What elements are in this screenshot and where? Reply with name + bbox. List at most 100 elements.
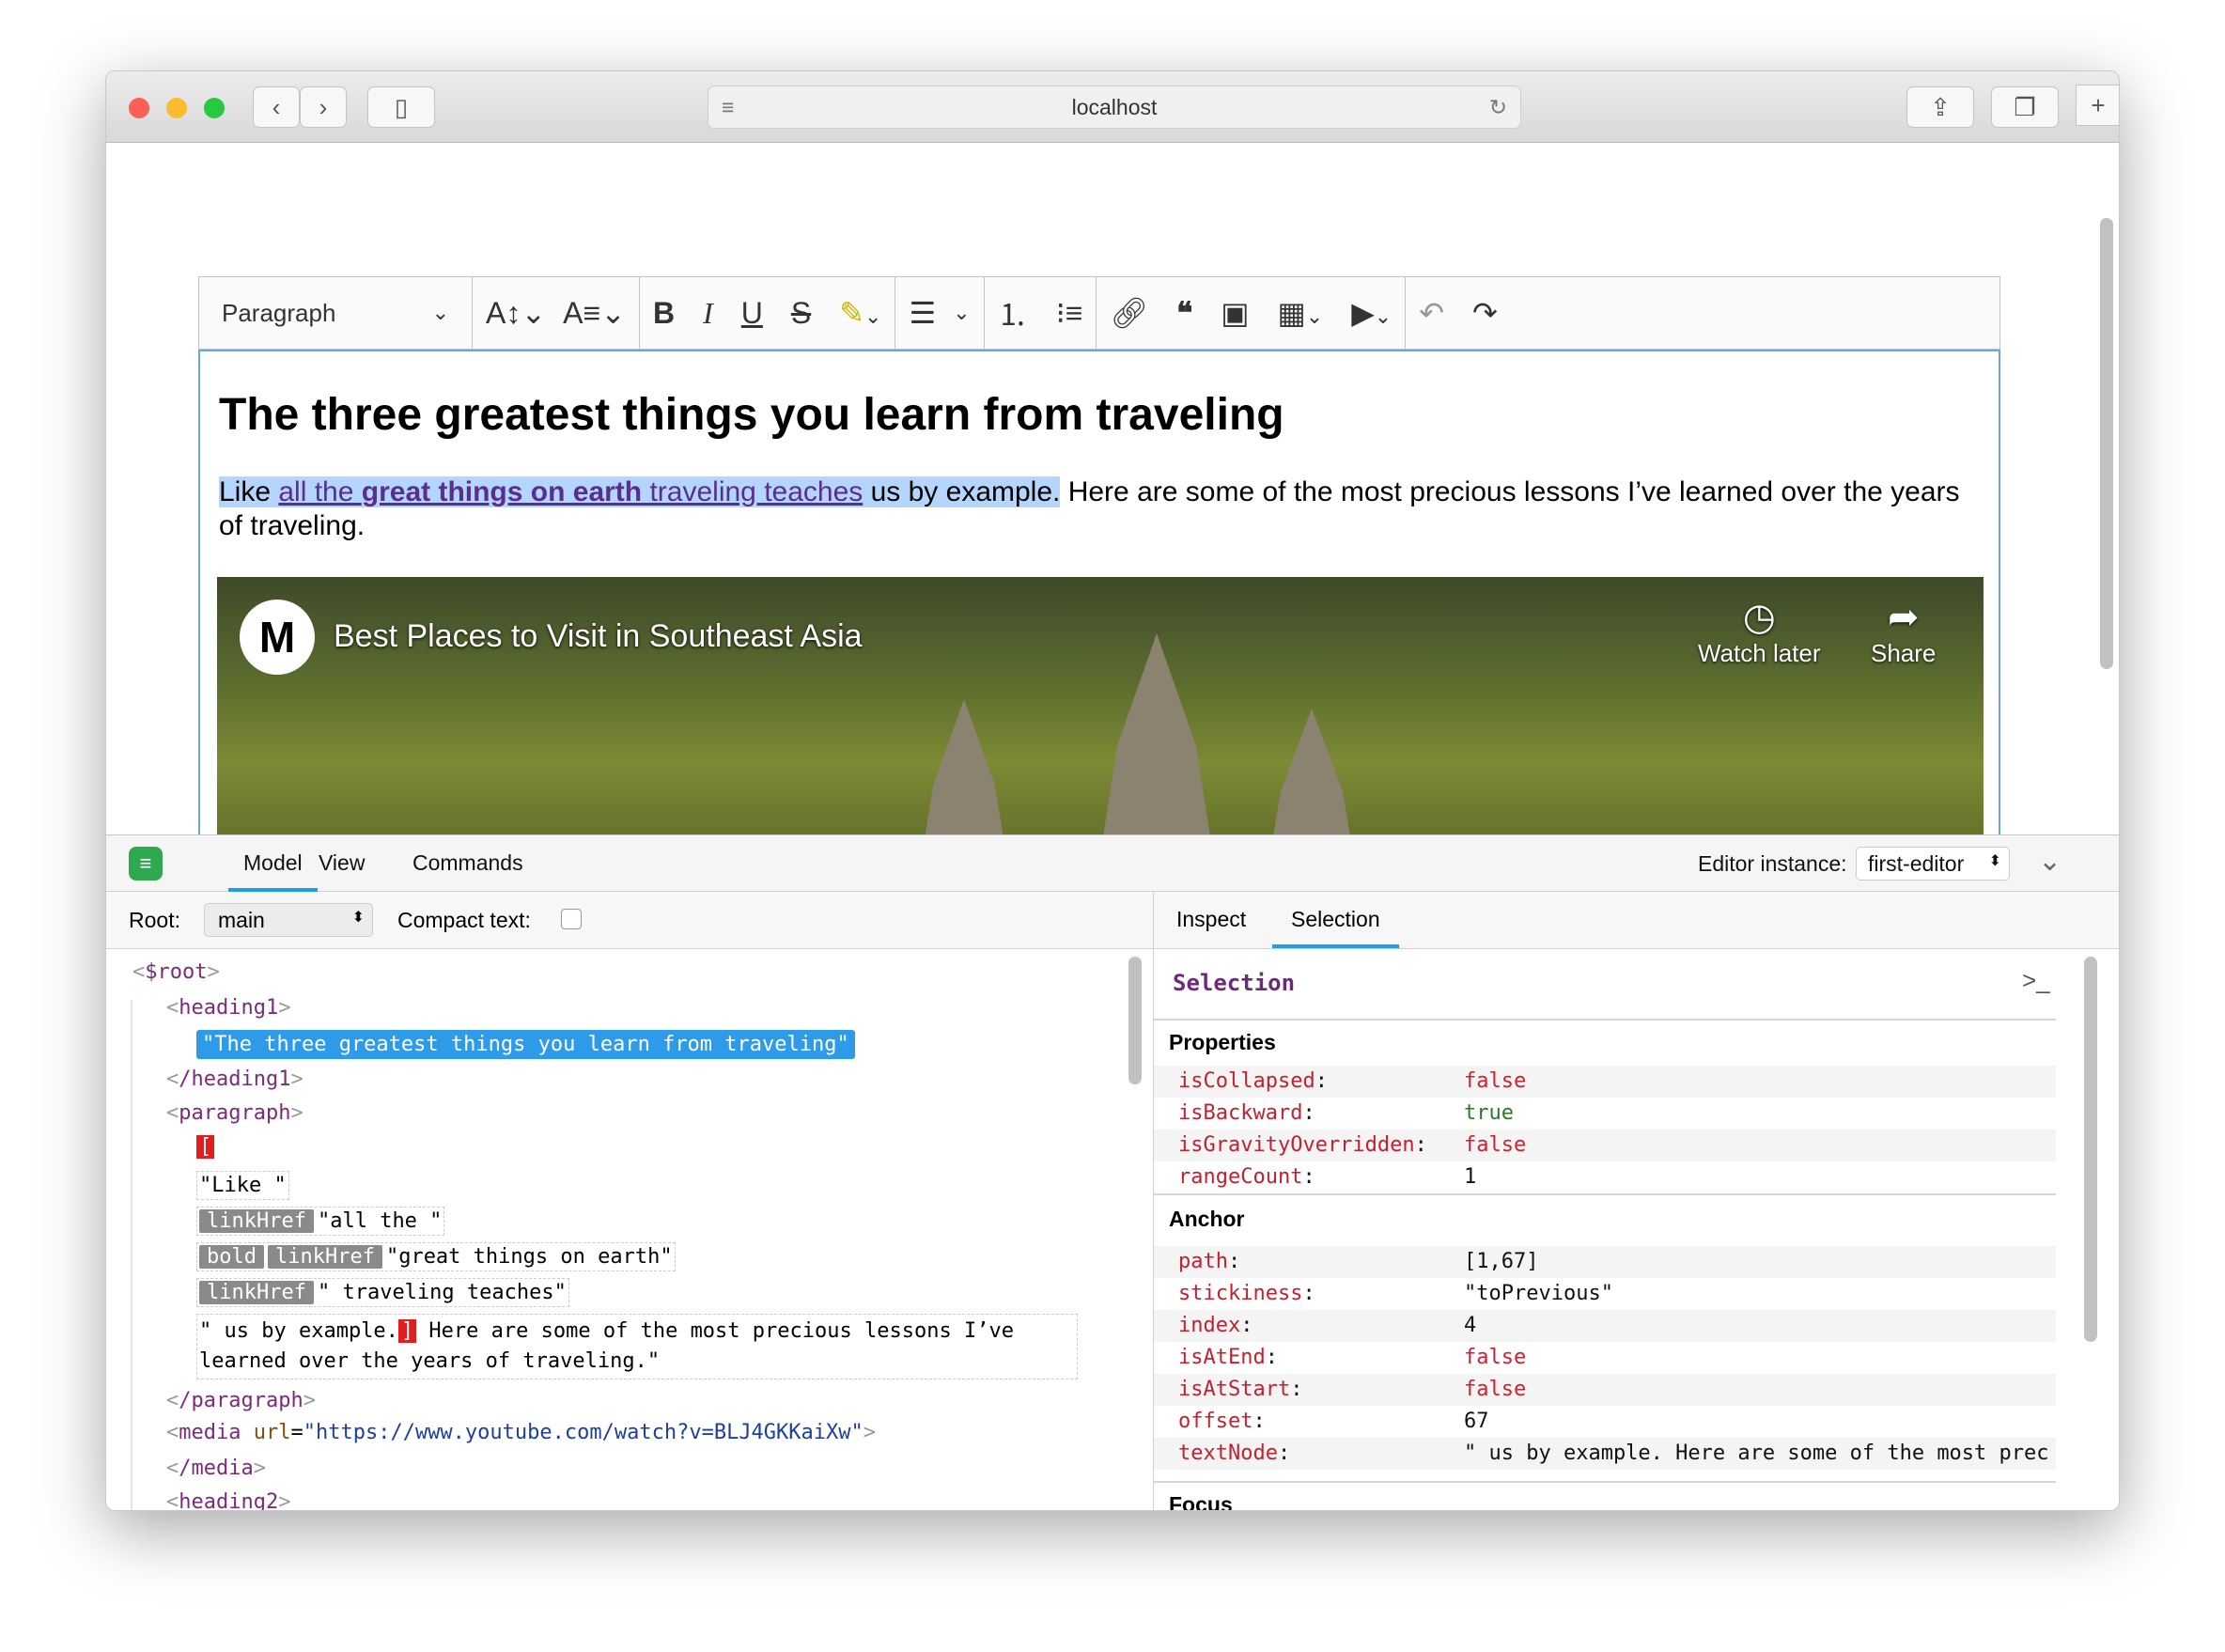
tree-heading1-close[interactable]: </heading1> <box>166 1068 303 1091</box>
property-value: true <box>1464 1101 1514 1125</box>
property-key: isGravityOverridden: <box>1178 1133 1427 1157</box>
highlight-icon[interactable]: ✎⌄ <box>839 295 881 331</box>
back-button[interactable]: ‹ <box>253 86 300 128</box>
share-label: Share <box>1871 639 1937 667</box>
tree-text[interactable]: bold linkHref "great things on earth" <box>196 1242 676 1271</box>
compact-text-checkbox[interactable] <box>561 909 582 929</box>
selection-title: Selection <box>1173 970 1296 996</box>
style-group: B I U S ✎⌄ <box>640 277 895 349</box>
link[interactable]: traveling teaches <box>642 476 863 507</box>
underline-icon[interactable]: U <box>741 296 763 331</box>
tab-label: Selection <box>1291 907 1380 931</box>
font-family-icon[interactable]: A≡⌄ <box>563 295 626 331</box>
redo-icon[interactable]: ↷ <box>1472 295 1498 331</box>
property-key: index: <box>1178 1314 1253 1337</box>
editor-instance-select[interactable]: first-editor ⬍ <box>1856 847 2010 881</box>
document-paragraph: Like all the great things on earth trave… <box>219 475 1976 543</box>
collapse-chevron-icon[interactable]: ⌄ <box>2038 845 2062 878</box>
tabs-icon[interactable]: ❐ <box>1991 86 2059 128</box>
property-row: index: 4 <box>1154 1310 2056 1342</box>
align-icon[interactable]: ☰ ⌄ <box>895 277 983 349</box>
share-button[interactable]: ➦ Share <box>1871 596 1936 668</box>
property-row: stickiness: "toPrevious" <box>1154 1278 2056 1310</box>
tab-model[interactable]: Model <box>228 835 318 892</box>
reload-icon[interactable]: ↻ <box>1489 86 1507 128</box>
property-row: isCollapsed: false <box>1154 1066 2056 1098</box>
property-value: false <box>1464 1069 1527 1093</box>
property-key: rangeCount: <box>1178 1165 1315 1189</box>
property-row: rangeCount: 1 <box>1154 1161 2056 1193</box>
tree-media-close[interactable]: </media> <box>166 1457 266 1480</box>
log-to-console-icon[interactable]: >_ <box>2022 966 2050 995</box>
video-title[interactable]: Best Places to Visit in Southeast Asia <box>334 618 863 655</box>
bulleted-list-icon[interactable]: ⁝≡ <box>1056 295 1083 331</box>
tab-label: Commands <box>412 850 523 875</box>
property-row: isAtStart: false <box>1154 1374 2056 1406</box>
numbered-list-icon[interactable]: ⒈ <box>998 291 1028 335</box>
property-value: 67 <box>1464 1410 1489 1433</box>
properties-heading: Properties <box>1169 1030 1276 1054</box>
property-key: isBackward: <box>1178 1101 1315 1125</box>
bold-icon[interactable]: B <box>653 296 675 331</box>
undo-icon[interactable]: ↶ <box>1419 295 1444 331</box>
minimize-window-button[interactable] <box>166 98 187 118</box>
link-icon[interactable]: 🔗︎ <box>1110 295 1148 331</box>
model-toolbar: Root: main ⬍ Compact text: <box>106 892 1153 949</box>
sidebar-icon[interactable]: ▯ <box>367 86 435 128</box>
tree-scrollbar[interactable] <box>1128 957 1142 1084</box>
media-icon[interactable]: ▶⌄ <box>1351 295 1392 331</box>
heading-dropdown[interactable]: Paragraph ⌄ <box>199 277 472 349</box>
share-icon[interactable]: ⇪ <box>1906 86 1974 128</box>
font-group: A↕⌄ A≡⌄ <box>473 277 639 349</box>
image-icon[interactable]: ▣ <box>1221 295 1249 331</box>
table-icon[interactable]: ▦⌄ <box>1278 295 1324 331</box>
property-key: stickiness: <box>1178 1282 1315 1305</box>
link[interactable]: all the <box>278 476 361 507</box>
new-tab-button[interactable]: + <box>2076 85 2119 126</box>
tree-text[interactable]: linkHref " traveling teaches" <box>196 1278 569 1307</box>
watch-later-label: Watch later <box>1698 639 1821 667</box>
strikethrough-icon[interactable]: S <box>791 296 811 331</box>
tree-paragraph-open[interactable]: <paragraph> <box>166 1101 303 1125</box>
tab-inspect[interactable]: Inspect <box>1176 892 1246 948</box>
tree-media-open[interactable]: <media url="https://www.youtube.com/watc… <box>166 1421 876 1444</box>
tab-commands[interactable]: Commands <box>412 835 523 892</box>
property-value: [1,67] <box>1464 1250 1539 1273</box>
watch-later-button[interactable]: ◷ Watch later <box>1698 596 1821 668</box>
page-content: Paragraph ⌄ A↕⌄ A≡⌄ B I U S ✎⌄ ☰ ⌄ ⒈ ⁝≡ 🔗︎ ❝ ▣ ▦⌄ ▶⌄… <box>106 143 2113 913</box>
italic-icon[interactable]: I <box>703 296 713 331</box>
tree-heading2-open[interactable]: <heading2> <box>166 1490 290 1510</box>
tree-text[interactable]: "Like " <box>196 1171 289 1200</box>
editor-toolbar: Paragraph ⌄ A↕⌄ A≡⌄ B I U S ✎⌄ ☰ ⌄ ⒈ ⁝≡ 🔗︎ ❝ ▣ ▦⌄ ▶⌄… <box>198 276 2000 350</box>
tree-text[interactable]: linkHref "all the " <box>196 1207 445 1236</box>
property-value: "toPrevious" <box>1464 1282 1613 1305</box>
model-tree: <$root> <heading1> "The three greatest t… <box>106 949 1153 1510</box>
selection-start-marker: [ <box>196 1135 215 1159</box>
tree-text[interactable]: " us by example.] Here are some of the m… <box>196 1314 1078 1379</box>
font-size-icon[interactable]: A↕⌄ <box>486 295 546 331</box>
property-value: false <box>1464 1378 1527 1401</box>
tab-label: Model <box>243 850 303 875</box>
address-bar[interactable]: ≡ localhost ↻ <box>708 86 1521 129</box>
root-select[interactable]: main ⬍ <box>204 903 373 937</box>
tree-root[interactable]: <$root> <box>132 960 220 984</box>
tree-text-selected[interactable]: "The three greatest things you learn fro… <box>196 1030 855 1059</box>
forward-button[interactable]: › <box>300 86 347 128</box>
link-bold[interactable]: great things on earth <box>362 476 642 507</box>
page-scrollbar[interactable] <box>2100 218 2113 669</box>
ckeditor-inspector: ≡ Model View Commands Editor instance: f… <box>106 834 2119 1510</box>
editor-instance-label: Editor instance: <box>1698 851 1847 876</box>
property-value: false <box>1464 1133 1527 1157</box>
selection-scrollbar[interactable] <box>2084 957 2097 1342</box>
tab-view[interactable]: View <box>319 835 365 892</box>
close-window-button[interactable] <box>129 98 149 118</box>
tab-selection[interactable]: Selection <box>1272 892 1399 948</box>
editor-content[interactable]: The three greatest things you learn from… <box>198 350 2000 913</box>
property-row: textNode: " us by example. Here are some … <box>1154 1438 2056 1470</box>
channel-logo[interactable]: M <box>240 600 315 675</box>
zoom-window-button[interactable] <box>204 98 225 118</box>
title-bar: ‹ › ▯ ≡ localhost ↻ ⇪ ❐ + <box>106 71 2119 143</box>
tree-heading1-open[interactable]: <heading1> <box>166 996 290 1020</box>
blockquote-icon[interactable]: ❝ <box>1176 295 1192 331</box>
tree-paragraph-close[interactable]: </paragraph> <box>166 1389 316 1412</box>
